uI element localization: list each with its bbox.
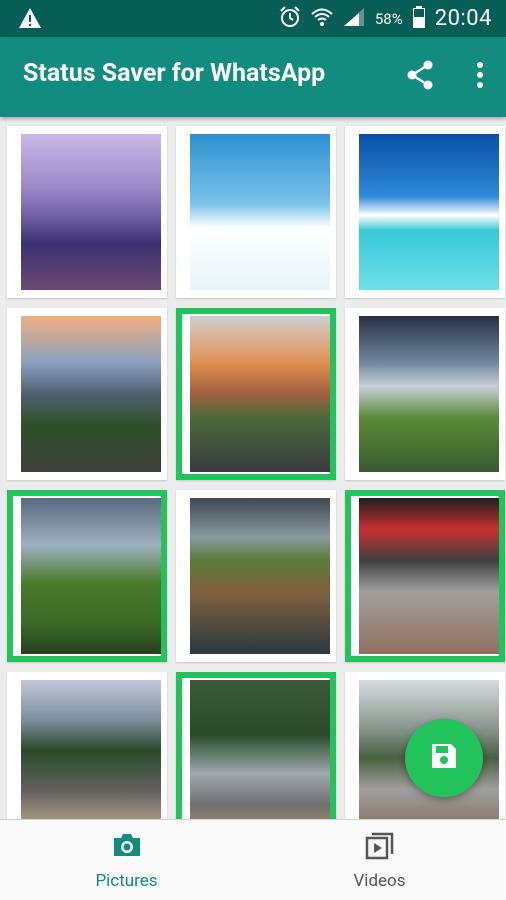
waterfall-cliff-thumbnail	[190, 498, 330, 654]
save-icon	[429, 741, 459, 775]
grid-item[interactable]	[7, 308, 167, 480]
grid-item[interactable]	[345, 490, 505, 662]
green-cliff-sea-thumbnail	[21, 498, 161, 654]
bottom-navigation: Pictures Videos	[0, 819, 506, 900]
more-vert-icon[interactable]	[476, 62, 484, 92]
warning-icon	[18, 7, 42, 33]
battery-percent: 58%	[374, 9, 403, 28]
palm-tree-beach-thumbnail	[190, 134, 330, 290]
mountain-road-thumbnail	[21, 316, 161, 472]
grid-item[interactable]	[345, 126, 505, 298]
taj-mahal-lanterns-thumbnail	[21, 134, 161, 290]
tropical-island-thumbnail	[359, 134, 499, 290]
nav-pictures-label: Pictures	[95, 871, 158, 891]
signal-icon	[343, 7, 365, 31]
app-title: Status Saver for WhatsApp	[23, 59, 326, 88]
nav-pictures[interactable]: Pictures	[0, 820, 253, 900]
sports-car-rear-thumbnail	[190, 680, 330, 820]
save-button[interactable]	[405, 719, 483, 797]
camera-icon	[113, 834, 140, 856]
grid-item[interactable]	[176, 126, 336, 298]
grid-item[interactable]	[7, 672, 167, 820]
grid-item[interactable]	[345, 308, 505, 480]
grid-item[interactable]	[7, 126, 167, 298]
grid-item[interactable]	[7, 490, 167, 662]
battery-icon	[412, 5, 425, 32]
nav-videos-label: Videos	[353, 871, 406, 891]
status-bar: 58% 20:04	[0, 0, 506, 37]
coastal-cliff-thumbnail	[359, 316, 499, 472]
grid-item[interactable]	[176, 308, 336, 480]
share-icon[interactable]	[406, 60, 434, 94]
app-bar: Status Saver for WhatsApp	[0, 37, 506, 117]
grid-item[interactable]	[176, 672, 336, 820]
suv-and-sports-car-thumbnail	[21, 680, 161, 820]
clock: 20:04	[434, 6, 492, 31]
grid-item[interactable]	[176, 490, 336, 662]
image-grid	[0, 118, 506, 820]
nav-videos[interactable]: Videos	[253, 820, 506, 900]
alarm-icon	[279, 5, 301, 32]
video-library-icon	[365, 832, 393, 860]
silver-suv-garage-thumbnail	[359, 498, 499, 654]
wifi-icon	[311, 7, 333, 31]
desert-road-thumbnail	[190, 316, 330, 472]
